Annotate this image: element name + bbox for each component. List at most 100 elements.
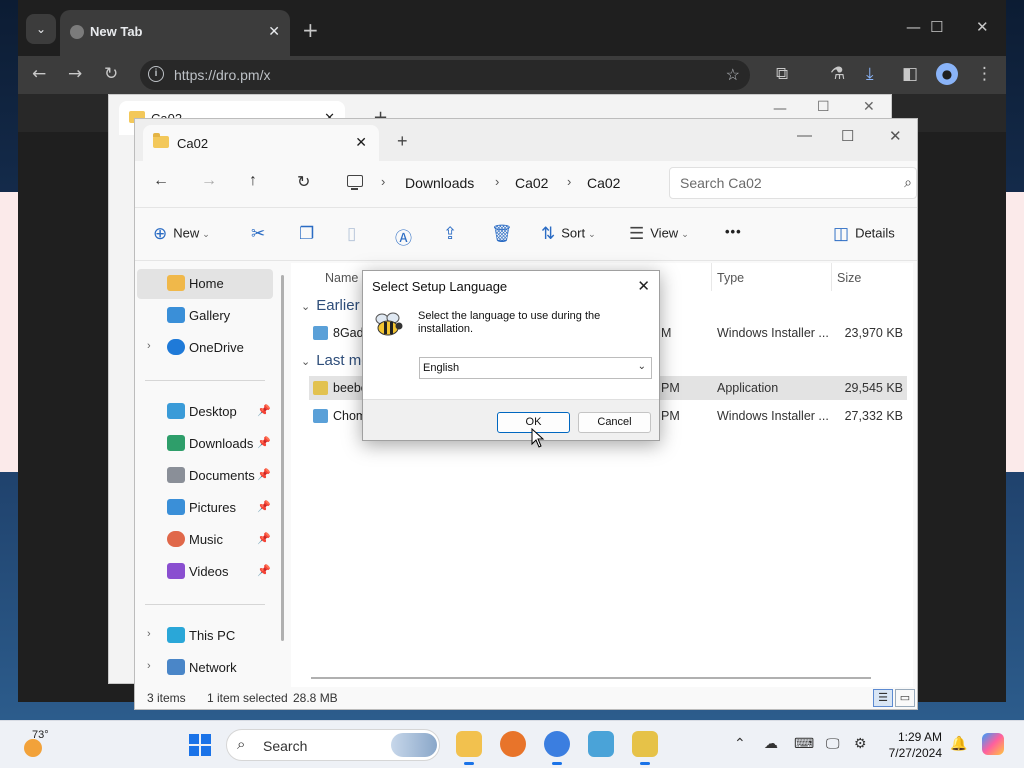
cancel-button[interactable]: Cancel <box>578 412 651 433</box>
see-more-button[interactable]: ••• <box>725 224 742 239</box>
minimize-icon[interactable]: — <box>906 18 921 36</box>
breadcrumb[interactable]: › Downloads › Ca02 › Ca02 <box>339 167 663 199</box>
sidebar-item-pictures[interactable]: Pictures 📌 <box>137 493 273 523</box>
minimize-icon[interactable]: — <box>773 101 787 117</box>
paste-button[interactable]: ▯ <box>347 224 362 244</box>
language-dropdown[interactable]: English ⌄ <box>419 357 652 379</box>
sidebar-item-onedrive[interactable]: › OneDrive <box>137 333 273 363</box>
bookmark-star-icon[interactable]: ☆ <box>726 65 740 85</box>
chevron-right-icon[interactable]: › <box>495 174 499 189</box>
refresh-icon[interactable]: ↻ <box>297 172 310 192</box>
side-panel-icon[interactable]: ◧ <box>902 64 918 84</box>
expand-chevron-icon[interactable]: › <box>147 340 151 352</box>
delete-button[interactable]: 🗑 <box>491 224 519 244</box>
column-divider[interactable] <box>711 263 712 291</box>
details-view-toggle[interactable]: ☰ <box>873 689 893 707</box>
keyboard-icon[interactable]: ⌨ <box>794 735 814 752</box>
firefox-taskbar-icon[interactable] <box>500 731 526 757</box>
nav-scrollbar[interactable] <box>281 275 284 641</box>
sidebar-item-this-pc[interactable]: › This PC <box>137 621 273 651</box>
file-date: PM <box>661 409 680 423</box>
search-input[interactable]: Search Ca02 ⌕ <box>669 167 917 199</box>
tab-close-button[interactable]: ✕ <box>268 23 280 40</box>
explorer-tab[interactable]: Ca02 ✕ <box>143 125 379 161</box>
copy-button[interactable]: ❐ <box>299 224 320 244</box>
tab-close-button[interactable]: ✕ <box>355 134 367 151</box>
new-tab-button[interactable]: + <box>302 18 319 42</box>
details-button[interactable]: ◫ Details <box>833 224 895 244</box>
chrome-taskbar-icon[interactable] <box>544 731 570 765</box>
network-status-icon[interactable]: ⚙ <box>854 735 867 752</box>
profile-avatar[interactable]: ● <box>936 63 958 85</box>
column-divider[interactable] <box>831 263 832 291</box>
chevron-right-icon[interactable]: › <box>567 174 571 189</box>
dialog-close-button[interactable]: ✕ <box>637 277 650 295</box>
chrome-tab[interactable]: New Tab ✕ <box>60 10 290 56</box>
clock[interactable]: 1:29 AM 7/27/2024 <box>884 729 942 761</box>
new-button[interactable]: ⊕ New ⌄ <box>153 224 210 244</box>
tab-search-button[interactable]: ⌄ <box>26 14 56 44</box>
breadcrumb-downloads[interactable]: Downloads <box>405 175 474 191</box>
column-header-name[interactable]: Name <box>325 271 358 285</box>
sidebar-item-videos[interactable]: Videos 📌 <box>137 557 273 587</box>
maximize-icon[interactable]: ☐ <box>817 99 830 115</box>
back-arrow-icon[interactable]: ← <box>32 64 46 84</box>
horizontal-scrollbar[interactable] <box>311 677 871 679</box>
rename-button[interactable]: Ⓐ <box>395 224 418 249</box>
cut-button[interactable]: ✂ <box>251 224 271 244</box>
view-button[interactable]: ☰ View ⌄ <box>629 224 689 244</box>
file-type: Windows Installer ... <box>717 326 829 340</box>
paste-icon: ▯ <box>347 224 357 243</box>
chevron-up-icon[interactable]: ⌃ <box>734 735 746 752</box>
expand-chevron-icon[interactable]: › <box>147 628 151 640</box>
share-button[interactable]: ⇪ <box>443 224 463 244</box>
breadcrumb-ca02[interactable]: Ca02 <box>515 175 548 191</box>
close-icon[interactable]: ✕ <box>889 127 902 145</box>
start-button[interactable] <box>189 734 211 756</box>
labs-flask-icon[interactable]: ⚗ <box>830 64 845 84</box>
new-label: New <box>173 225 200 241</box>
sidebar-item-network[interactable]: › Network <box>137 653 273 683</box>
taskbar-search[interactable]: ⌕ Search <box>226 729 440 761</box>
sidebar-item-downloads[interactable]: Downloads 📌 <box>137 429 273 459</box>
extensions-icon[interactable]: ⧉ <box>776 64 788 84</box>
group-header-last-month[interactable]: ⌄ Last mo <box>301 352 370 369</box>
column-header-type[interactable]: Type <box>717 271 744 285</box>
new-tab-button[interactable]: + <box>397 131 408 152</box>
up-arrow-icon[interactable]: ↑ <box>249 172 257 190</box>
remote-desktop-taskbar-icon[interactable] <box>588 731 614 757</box>
sort-button[interactable]: ⇅ Sort ⌄ <box>541 224 596 244</box>
address-bar[interactable]: i https://dro.pm/x ☆ <box>140 60 750 90</box>
download-icon[interactable]: ⤓ <box>866 64 874 84</box>
chevron-right-icon[interactable]: › <box>381 174 385 189</box>
close-icon[interactable]: ✕ <box>976 18 989 36</box>
maximize-icon[interactable]: ☐ <box>841 127 854 145</box>
sidebar-item-documents[interactable]: Documents 📌 <box>137 461 273 491</box>
back-arrow-icon[interactable]: ← <box>153 172 169 190</box>
close-icon[interactable]: ✕ <box>863 99 875 115</box>
reload-icon[interactable]: ↻ <box>104 64 118 84</box>
forward-arrow-icon[interactable]: → <box>201 172 217 190</box>
sidebar-item-home[interactable]: Home <box>137 269 273 299</box>
notification-bell-icon[interactable]: 🔔 <box>950 735 967 752</box>
file-explorer-taskbar-icon[interactable] <box>456 731 482 765</box>
breadcrumb-ca02-current[interactable]: Ca02 <box>587 175 620 191</box>
copilot-icon[interactable] <box>982 733 1004 755</box>
tiles-view-toggle[interactable]: ▭ <box>895 689 915 707</box>
monitor-icon[interactable]: 🖵 <box>826 735 840 752</box>
forward-arrow-icon[interactable]: → <box>68 64 82 84</box>
minimize-icon[interactable]: — <box>797 127 812 144</box>
bee-setup-taskbar-icon[interactable] <box>632 731 658 765</box>
expand-chevron-icon[interactable]: › <box>147 660 151 672</box>
weather-widget[interactable]: 73° <box>20 729 50 759</box>
sidebar-item-gallery[interactable]: Gallery <box>137 301 273 331</box>
site-info-icon[interactable]: i <box>148 66 164 82</box>
column-header-size[interactable]: Size <box>837 271 861 285</box>
sidebar-item-desktop[interactable]: Desktop 📌 <box>137 397 273 427</box>
menu-kebab-icon[interactable]: ⋮ <box>976 64 993 84</box>
windows-logo-icon <box>189 734 199 744</box>
sidebar-item-music[interactable]: Music 📌 <box>137 525 273 555</box>
cloud-offline-icon[interactable]: ☁ <box>764 735 778 752</box>
group-header-earlier[interactable]: ⌄ Earlier <box>301 297 360 314</box>
maximize-icon[interactable]: ☐ <box>930 18 943 36</box>
